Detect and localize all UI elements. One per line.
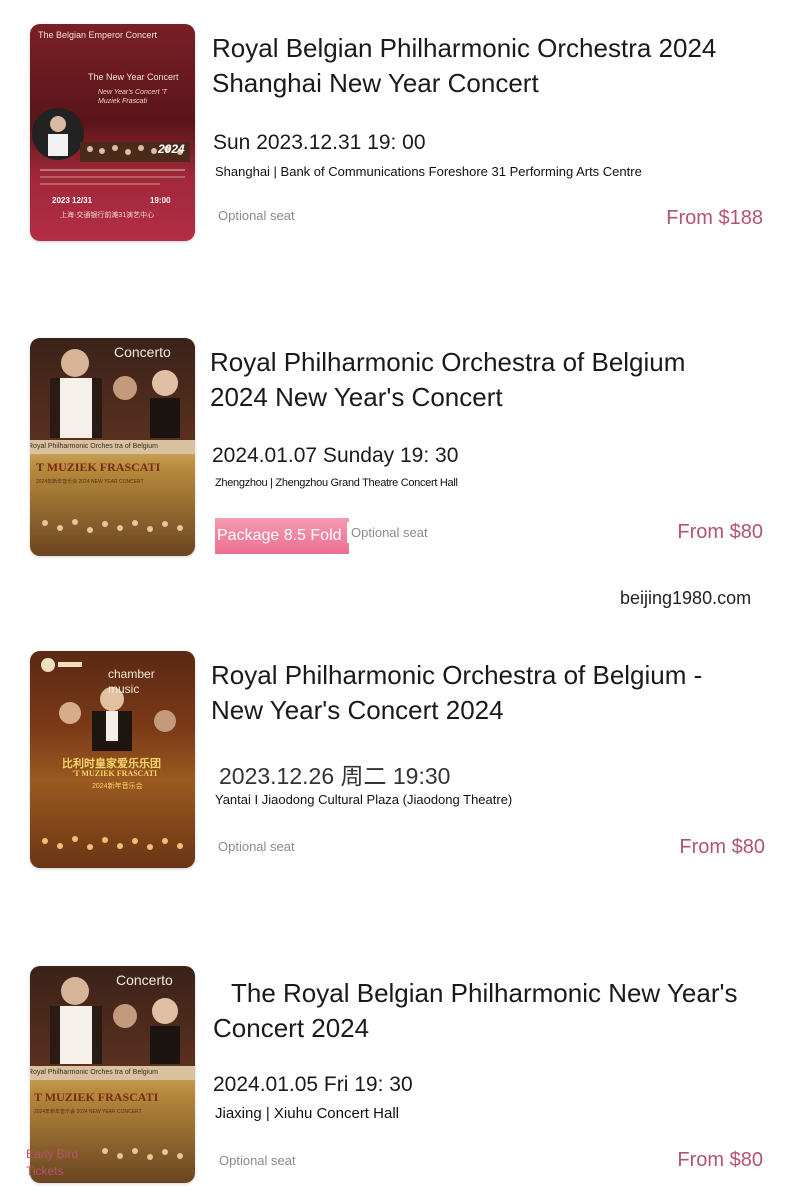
poster-small: 2024年新年音乐会 2024 NEW YEAR CONCERT (36, 479, 144, 485)
event-card[interactable]: chamber music 比利时皇家爱乐乐团 'T MUZIEK FRASCA… (0, 640, 797, 890)
event-datetime: 2023.12.26 周二 19:30 (219, 763, 451, 789)
poster-corner-label: The Belgian Emperor Concert (38, 30, 158, 40)
watermark-text: beijing1980.com (620, 588, 752, 608)
event-poster[interactable]: Concerto Royal Philharmonic Orches tra o… (30, 338, 195, 556)
poster-time: 19:00 (150, 196, 171, 205)
poster-year: 2024 (158, 142, 185, 156)
event-datetime: 2024.01.07 Sunday 19: 30 (212, 444, 459, 467)
poster-category: chamber music (108, 667, 155, 696)
poster-band-text: Royal Philharmonic Orches tra of Belgium (30, 440, 195, 454)
event-poster[interactable]: The Belgian Emperor Concert The New Year… (30, 24, 195, 241)
poster-cn-sub: 2024新年音乐会 (92, 783, 143, 790)
poster-muziek: T MUZIEK FRASCATI (34, 1090, 159, 1104)
event-price: From $80 (677, 521, 763, 543)
package-discount-tag: Package 8.5 Fold (215, 518, 349, 554)
event-venue: Yantai I Jiaodong Cultural Plaza (Jiaodo… (215, 792, 513, 807)
event-title[interactable]: Royal Philharmonic Orchestra of Belgium … (210, 345, 730, 415)
poster-category: Concerto (114, 344, 171, 360)
event-price: From $80 (677, 1149, 763, 1171)
event-card[interactable]: Concerto Royal Philharmonic Orches tra o… (0, 330, 797, 580)
event-card[interactable]: Concerto Royal Philharmonic Orches tra o… (0, 960, 797, 1200)
optional-seat-tag: Optional seat (212, 836, 301, 857)
event-venue: Shanghai | Bank of Communications Foresh… (215, 164, 642, 179)
event-venue: Zhengzhou | Zhengzhou Grand Theatre Conc… (215, 477, 458, 489)
poster-muziek: 'T MUZIEK FRASCATI (72, 769, 158, 778)
optional-seat-tag: Optional seat (347, 522, 432, 543)
poster-subtitle: The New Year Concert (88, 72, 179, 82)
poster-footer: 上海·交通银行前滩31演艺中心 (60, 212, 155, 219)
poster-small: 2024年新年音乐会 2024 NEW YEAR CONCERT (34, 1109, 142, 1115)
event-title[interactable]: The Royal Belgian Philharmonic New Year'… (213, 976, 743, 1046)
event-price: From $188 (666, 207, 763, 229)
event-card[interactable]: The Belgian Emperor Concert The New Year… (0, 0, 797, 260)
event-title[interactable]: Royal Philharmonic Orchestra of Belgium … (211, 658, 731, 728)
event-datetime: 2024.01.05 Fri 19: 30 (213, 1073, 413, 1096)
early-bird-badge: Early Bird Tickets (26, 1147, 79, 1178)
event-title[interactable]: Royal Belgian Philharmonic Orchestra 202… (212, 31, 732, 101)
poster-script: New Year's Concert 'T Muziek Frascati (98, 89, 168, 105)
poster-category: Concerto (116, 972, 173, 988)
optional-seat-tag: Optional seat (213, 1150, 302, 1171)
event-venue: Jiaxing | Xiuhu Concert Hall (215, 1105, 399, 1122)
poster-artwork (32, 108, 190, 185)
poster-date: 2023 12/31 (52, 196, 93, 205)
event-price: From $80 (679, 836, 765, 858)
poster-muziek: T MUZIEK FRASCATI (36, 460, 161, 474)
poster-band-text: Royal Philharmonic Orches tra of Belgium (30, 1066, 195, 1080)
event-poster[interactable]: chamber music 比利时皇家爱乐乐团 'T MUZIEK FRASCA… (30, 651, 195, 868)
optional-seat-tag: Optional seat (212, 205, 301, 226)
event-datetime: Sun 2023.12.31 19: 00 (213, 131, 426, 154)
